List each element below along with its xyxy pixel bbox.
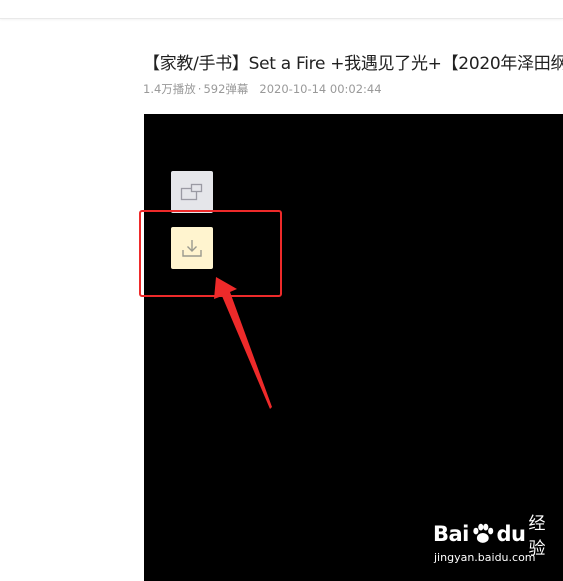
publish-date: 2020-10-14 00:02:44 — [259, 82, 382, 96]
video-title: 【家教/手书】Set a Fire +我遇见了光+【2020年泽田纲 — [143, 54, 563, 74]
watermark-du: du — [496, 522, 526, 546]
view-count: 1.4万播放 — [143, 82, 196, 96]
watermark-logo: Bai du 经验 — [433, 514, 561, 559]
danmaku-count: 592弹幕 — [203, 82, 249, 96]
baidu-jingyan-watermark: Bai du 经验 jingyan.baidu.com — [433, 514, 561, 571]
pip-icon — [180, 183, 203, 201]
meta-separator: · — [197, 82, 202, 96]
picture-in-picture-button[interactable] — [171, 171, 213, 213]
top-navigation-bar — [0, 0, 563, 19]
video-meta: 1.4万播放 · 592弹幕 2020-10-14 00:02:44 — [143, 81, 382, 97]
highlight-box — [139, 210, 282, 297]
watermark-bai: Bai — [433, 522, 469, 546]
paw-icon — [473, 523, 494, 543]
watermark-url: jingyan.baidu.com — [434, 551, 536, 564]
